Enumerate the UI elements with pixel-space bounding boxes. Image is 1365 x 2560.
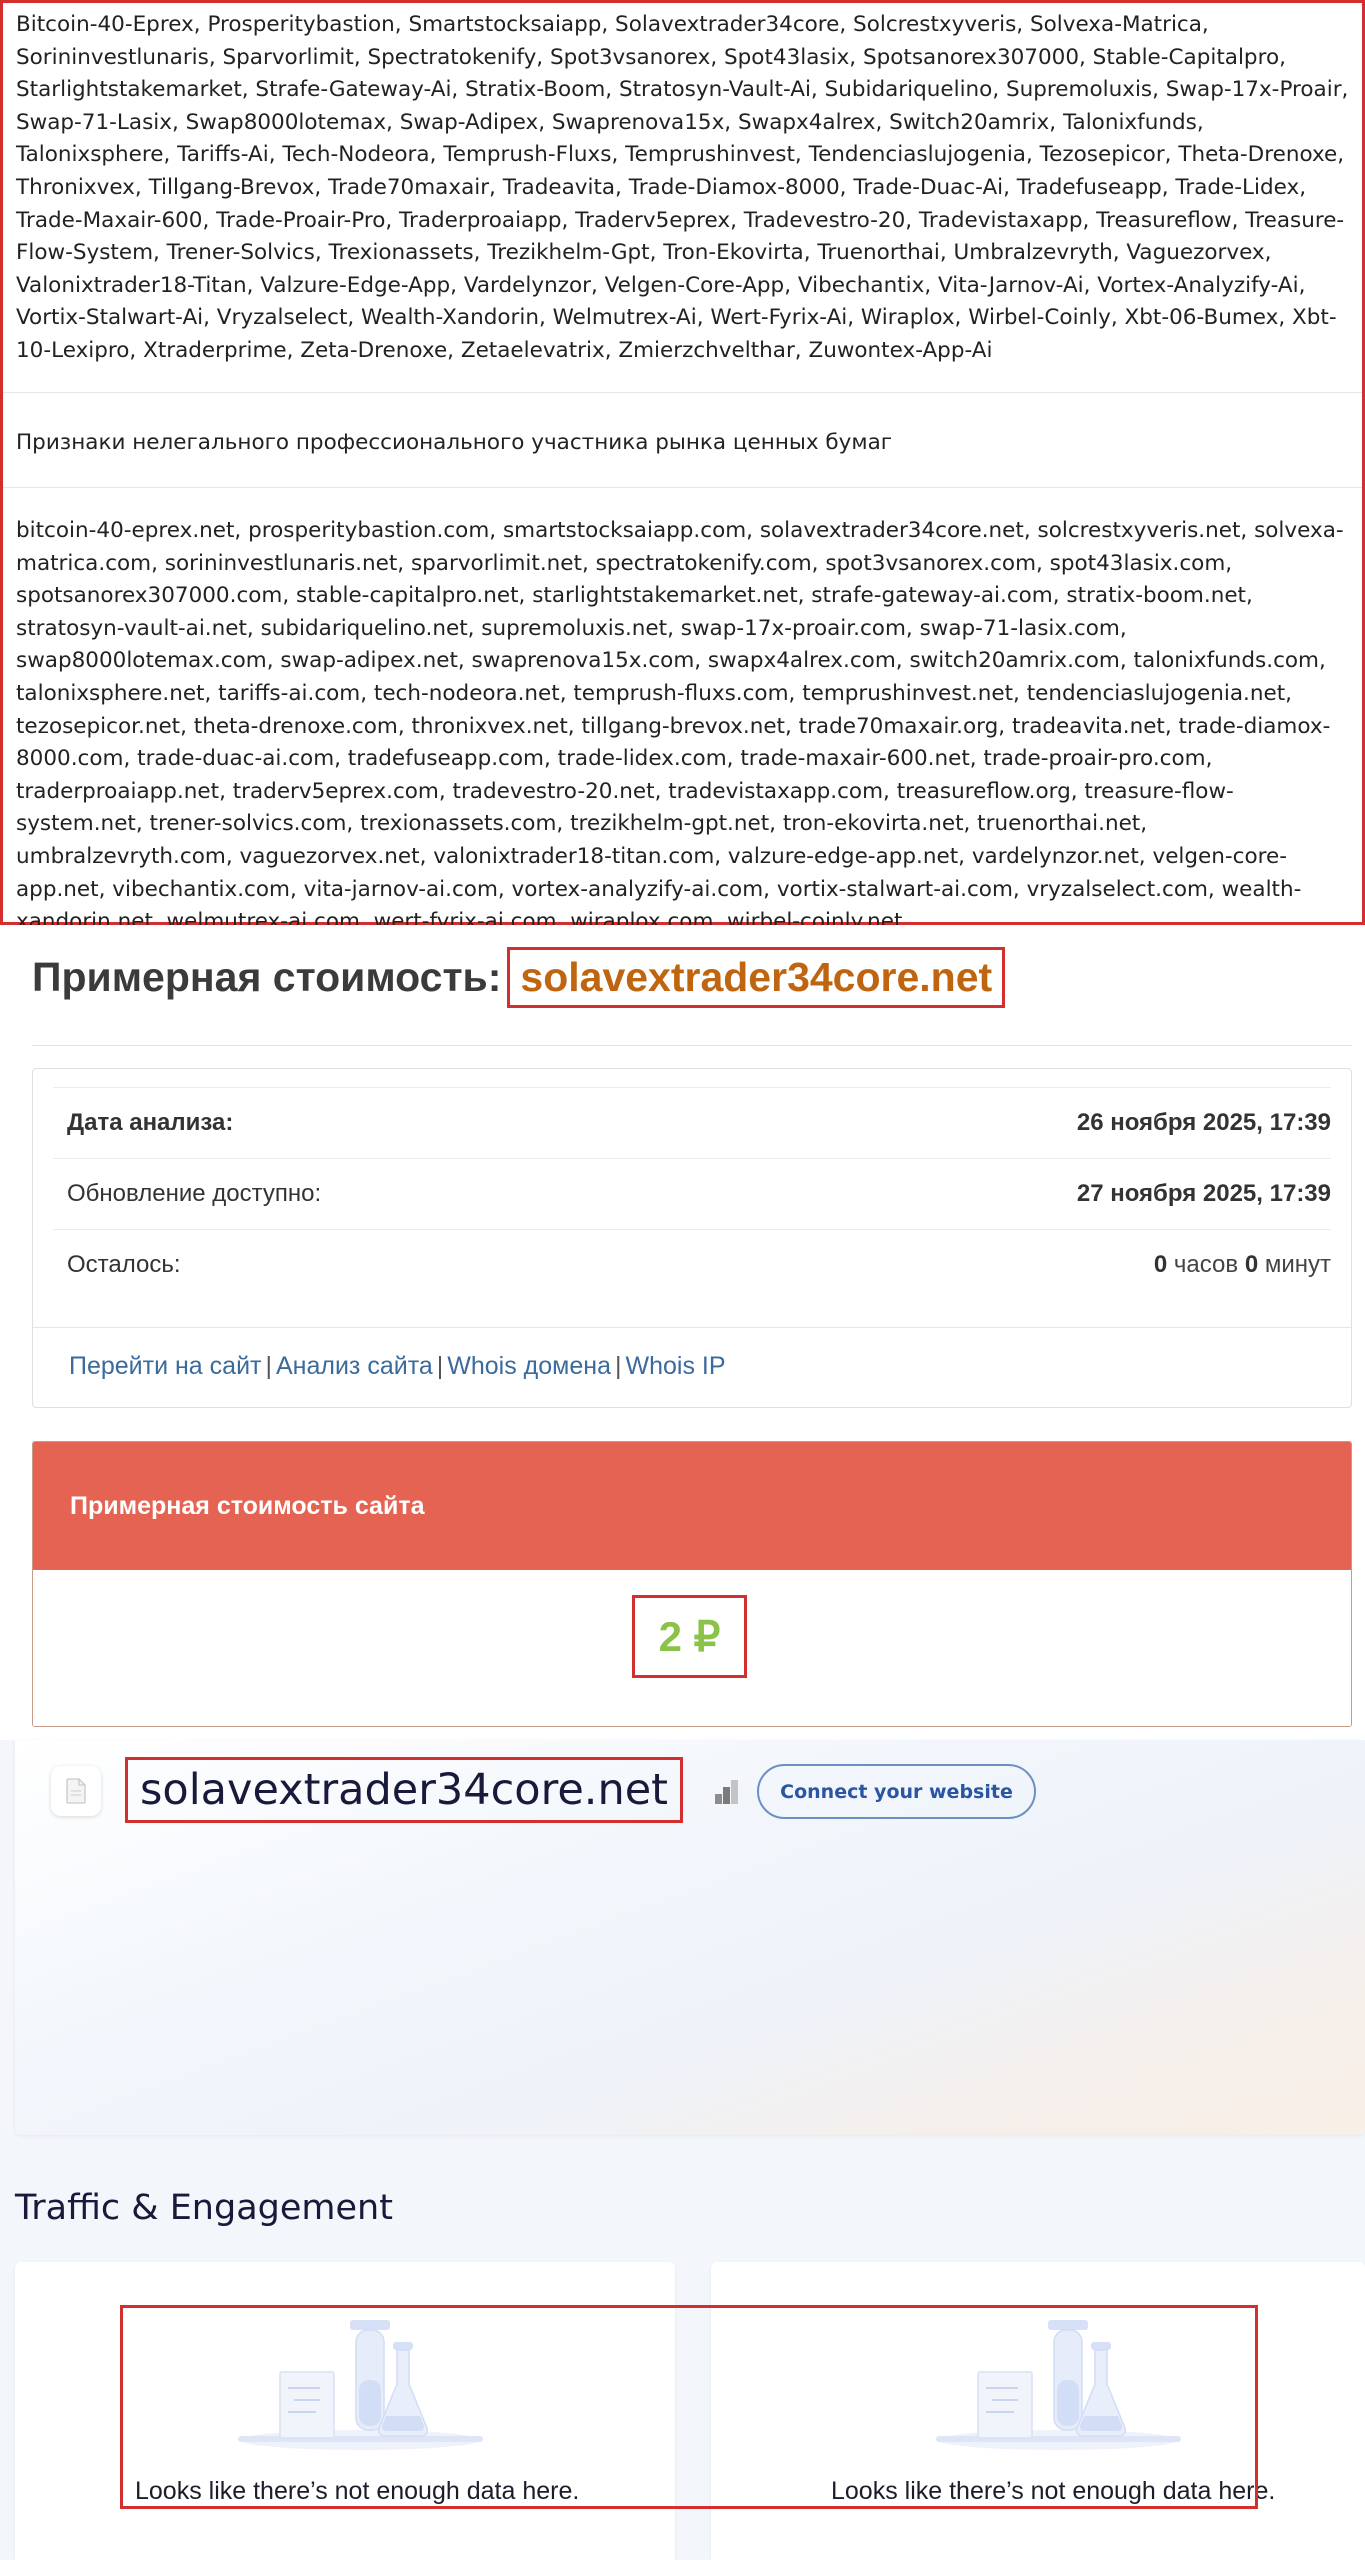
time-left-row: Осталось: 0 часов 0 минут <box>53 1229 1331 1300</box>
domain-hero: solavextrader34core.net Connect your web… <box>15 1740 1365 2135</box>
update-available-row: Обновление доступно: 27 ноября 2025, 17:… <box>53 1158 1331 1229</box>
estimate-card: Примерная стоимость сайта 2 ₽ <box>32 1441 1352 1727</box>
divider <box>33 1327 1351 1328</box>
link-separator: | <box>436 1352 444 1380</box>
divider <box>32 1045 1352 1046</box>
document-icon <box>51 1766 101 1816</box>
row-label: Дата анализа: <box>67 1109 234 1136</box>
row-value: 26 ноября 2025, 17:39 <box>1076 1109 1331 1136</box>
row-label: Осталось: <box>67 1251 181 1278</box>
page-title: Примерная стоимость: solavextrader34core… <box>32 947 1006 1008</box>
site-analysis-link[interactable]: Анализ сайта <box>276 1352 433 1380</box>
section-title: Traffic & Engagement <box>15 2188 393 2228</box>
signal-bars-icon <box>713 1778 741 1809</box>
domain-title: solavextrader34core.net <box>125 1757 684 1823</box>
registry-names-list: Bitcoin-40-Eprex, Prosperitybastion, Sma… <box>16 12 1349 363</box>
page-title-prefix: Примерная стоимость: <box>32 954 502 1000</box>
registry-sign-label: Признаки нелегального профессионального … <box>16 429 893 455</box>
whois-ip-link[interactable]: Whois IP <box>625 1352 725 1380</box>
link-separator: | <box>614 1352 622 1380</box>
row-value: 0 часов 0 минут <box>1153 1251 1331 1278</box>
site-cost-panel: Примерная стоимость: solavextrader34core… <box>0 925 1365 1730</box>
row-label: Обновление доступно: <box>67 1180 322 1207</box>
go-to-site-link[interactable]: Перейти на сайт <box>69 1352 261 1380</box>
analysis-info-card: Дата анализа: 26 ноября 2025, 17:39 Обно… <box>32 1068 1352 1408</box>
estimate-header: Примерная стоимость сайта <box>33 1442 1351 1570</box>
whois-domain-link[interactable]: Whois домена <box>447 1352 611 1380</box>
registry-snippet-panel: Bitcoin-40-Eprex, Prosperitybastion, Sma… <box>0 0 1365 934</box>
analysis-date-row: Дата анализа: 26 ноября 2025, 17:39 <box>53 1087 1331 1158</box>
link-separator: | <box>265 1352 272 1380</box>
connect-website-button[interactable]: Connect your website <box>757 1764 1036 1819</box>
page-title-domain: solavextrader34core.net <box>507 947 1006 1008</box>
registry-domains-list: bitcoin-40-eprex.net, prosperitybastion.… <box>16 518 1344 935</box>
site-links: Перейти на сайт | Анализ сайта | Whois домен… <box>69 1352 726 1381</box>
row-value: 27 ноября 2025, 17:39 <box>1076 1180 1331 1207</box>
highlight-box <box>120 2305 1258 2509</box>
traffic-overview-panel: solavextrader34core.net Connect your web… <box>0 1740 1365 2560</box>
estimate-body: 2 ₽ <box>33 1570 1351 1726</box>
estimate-price: 2 ₽ <box>632 1595 747 1678</box>
